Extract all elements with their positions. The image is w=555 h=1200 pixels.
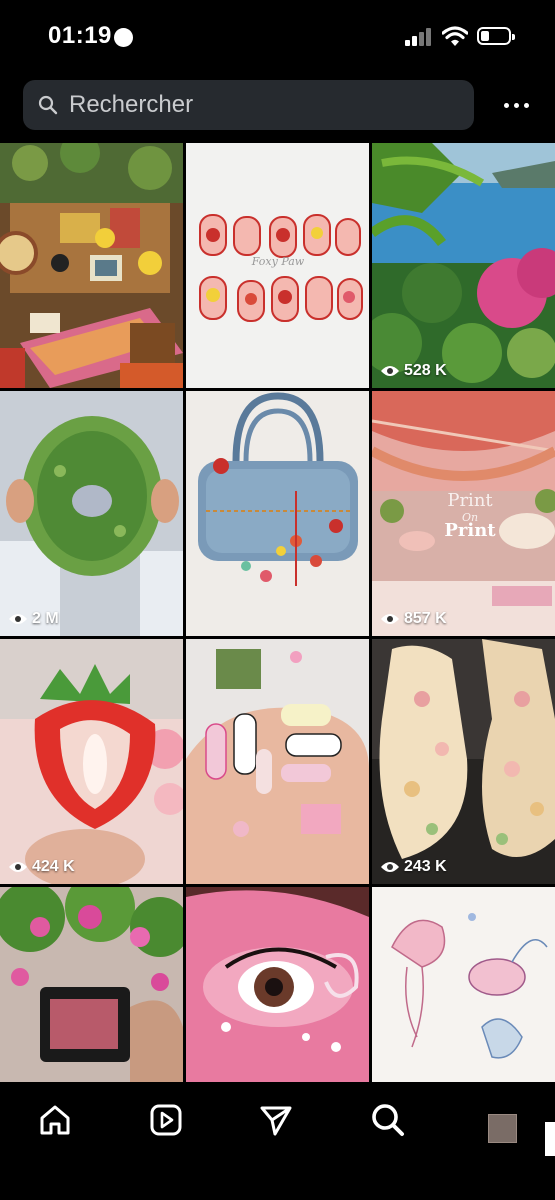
- reels-icon[interactable]: [148, 1102, 184, 1138]
- search-icon[interactable]: [370, 1102, 406, 1138]
- grid-tile-pink-eye-makeup[interactable]: [186, 887, 369, 1082]
- eye-icon: [381, 862, 399, 872]
- watermark-text: Foxy Paw: [251, 255, 305, 268]
- search-bar[interactable]: [23, 80, 474, 130]
- recording-dot-icon: [114, 28, 133, 47]
- venue-thumbnail: Print On Print: [372, 391, 555, 636]
- search-icon: [38, 95, 58, 115]
- nails-thumbnail: Foxy Paw: [186, 143, 369, 388]
- eye-makeup-thumbnail: [186, 887, 369, 1082]
- grid-tile-flower-street-camera[interactable]: [0, 887, 183, 1082]
- view-count-text: 528 K: [404, 362, 447, 379]
- eye-icon: [381, 366, 399, 376]
- view-count: 528 K: [380, 362, 447, 380]
- home-icon[interactable]: [37, 1102, 73, 1138]
- grid-tile-floral-dress[interactable]: 243 K: [372, 639, 555, 884]
- grid-tile-lake-garden[interactable]: 528 K: [372, 143, 555, 388]
- eye-icon: [9, 614, 27, 624]
- view-count-text: 2 M: [32, 610, 59, 627]
- more-options-icon[interactable]: [496, 92, 536, 118]
- view-count: 2 M: [8, 610, 59, 628]
- battery-icon: [477, 27, 515, 45]
- wifi-icon: [442, 26, 468, 46]
- flower-street-thumbnail: [0, 887, 183, 1082]
- search-input[interactable]: [69, 89, 459, 121]
- view-count-text: 243 K: [404, 858, 447, 875]
- lake-thumbnail: [372, 143, 555, 388]
- watermark-print-top: Print: [447, 490, 493, 511]
- bowl-thumbnail: [0, 391, 183, 636]
- grid-tile-cluttered-room[interactable]: [0, 143, 183, 388]
- bottom-nav: [0, 1082, 555, 1200]
- grid-tile-nail-art[interactable]: [186, 639, 369, 884]
- status-time: 01:19: [48, 22, 112, 49]
- grid-tile-fairy-sketches[interactable]: [372, 887, 555, 1082]
- sketches-thumbnail: [372, 887, 555, 1082]
- send-icon[interactable]: [258, 1102, 294, 1138]
- nail-art-thumbnail: [186, 639, 369, 884]
- view-count: 424 K: [8, 858, 75, 876]
- edge-indicator: [545, 1122, 555, 1156]
- view-count-text: 857 K: [404, 610, 447, 627]
- grid-tile-beaded-strawberry[interactable]: 424 K: [0, 639, 183, 884]
- strawberry-thumbnail: [0, 639, 183, 884]
- bag-thumbnail: [186, 391, 369, 636]
- eye-icon: [9, 862, 27, 872]
- grid-tile-pink-venue[interactable]: Print On Print 857 K: [372, 391, 555, 636]
- eye-icon: [381, 614, 399, 624]
- grid-tile-green-bowl[interactable]: 2 M: [0, 391, 183, 636]
- view-count-text: 424 K: [32, 858, 75, 875]
- cellular-signal-icon: [405, 28, 435, 46]
- status-bar: 01:19: [0, 0, 555, 72]
- dress-thumbnail: [372, 639, 555, 884]
- watermark-print-bottom: Print: [444, 520, 496, 541]
- profile-avatar[interactable]: [488, 1114, 517, 1143]
- view-count: 857 K: [380, 610, 447, 628]
- grid-tile-press-on-nails[interactable]: Foxy Paw: [186, 143, 369, 388]
- grid-tile-denim-bag[interactable]: [186, 391, 369, 636]
- room-thumbnail: [0, 143, 183, 388]
- view-count: 243 K: [380, 858, 447, 876]
